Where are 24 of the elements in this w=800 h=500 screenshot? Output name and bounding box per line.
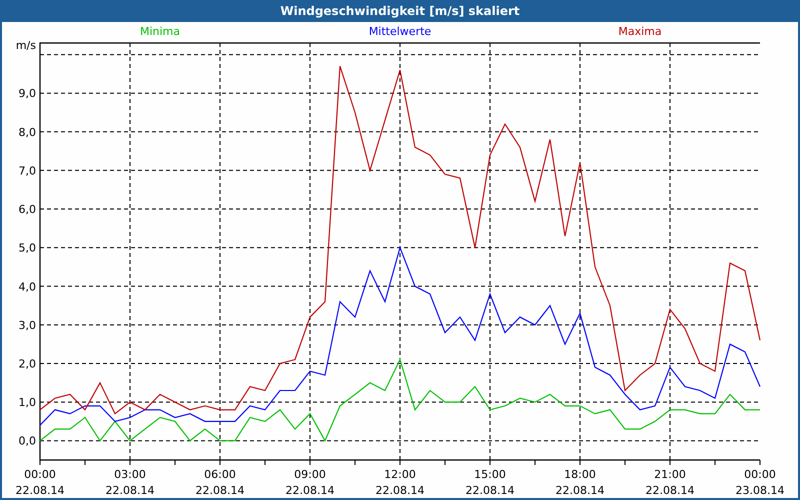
y-tick-label: 2,0 [18, 357, 36, 370]
y-tick-label: 3,0 [18, 318, 36, 332]
y-tick-label: 8,0 [18, 126, 36, 139]
x-tick-label: 18:00 22.08.14 [556, 468, 604, 497]
x-tick-label: 12:00 22.08.14 [376, 468, 424, 497]
legend-label: Mittelwerte [368, 25, 432, 38]
x-tick-label: 06:00 22.08.14 [196, 468, 244, 497]
x-tick-label: 09:00 22.08.14 [286, 468, 334, 497]
window-title: Windgeschwindigkeit [m/s] skaliert [279, 3, 521, 20]
y-tick-label: 1,0 [18, 396, 36, 410]
x-tick-label: 00:00 22.08.14 [16, 468, 64, 497]
y-tick-label: 0,0 [18, 434, 36, 448]
legend-label: Maxima [618, 25, 662, 38]
x-tick-label: 15:00 22.08.14 [466, 468, 514, 497]
axis-unit-label: m/s [16, 39, 36, 52]
y-tick-label: 4,0 [18, 280, 36, 294]
y-tick-label: 6,0 [18, 203, 36, 216]
y-tick-label: 5,0 [18, 242, 36, 255]
x-tick-label: 00:00 23.08.14 [736, 468, 784, 497]
legend-label: Minima [140, 25, 180, 38]
y-tick-label: 7,0 [18, 164, 36, 178]
y-tick-label: 9,0 [18, 87, 36, 100]
x-tick-label: 03:00 22.08.14 [106, 468, 154, 497]
x-tick-label: 21:00 22.08.14 [646, 468, 694, 497]
